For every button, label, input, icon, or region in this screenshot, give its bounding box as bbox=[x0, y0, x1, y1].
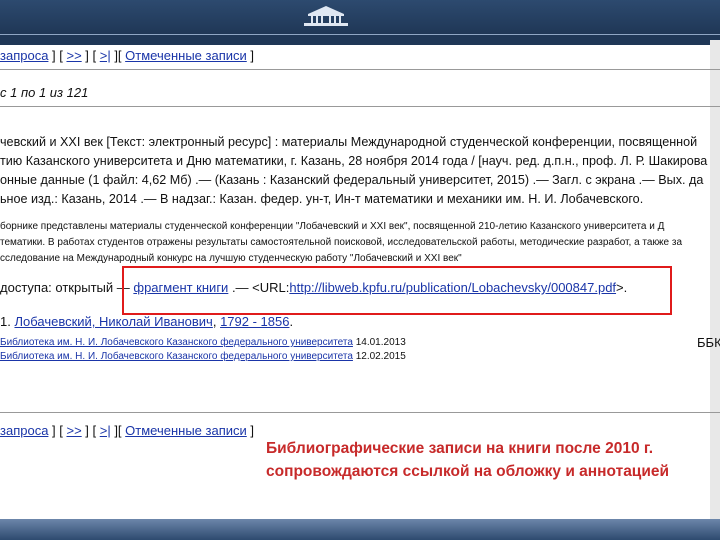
divider bbox=[0, 412, 720, 413]
footer-band bbox=[0, 519, 720, 540]
next-page-link[interactable]: >> bbox=[66, 423, 81, 438]
record-line: тию Казанского университета и Дню матема… bbox=[0, 154, 708, 168]
annotation-line: тематики. В работах студентов отражены р… bbox=[0, 237, 683, 248]
university-building-icon bbox=[304, 6, 348, 26]
caption-line-1: Библиографические записи на книги после … bbox=[266, 440, 654, 457]
record-line: чевский и XXI век [Текст: электронный ре… bbox=[0, 135, 698, 149]
library-link[interactable]: Библиотека им. Н. И. Лобачевского Казанс… bbox=[0, 351, 353, 362]
top-navigation: запроса ] [ >> ] [ >| ][ Отмеченные запи… bbox=[0, 48, 254, 63]
next-page-link[interactable]: >> bbox=[66, 48, 81, 63]
annotation-line: сследование на Международный конкурс на … bbox=[0, 253, 462, 264]
query-link[interactable]: запроса bbox=[0, 48, 48, 63]
author-years-link[interactable]: 1792 - 1856 bbox=[220, 314, 289, 329]
decorative-band bbox=[0, 34, 720, 45]
last-page-link[interactable]: >| bbox=[100, 423, 111, 438]
annotation-line: борнике представлены материалы студенчес… bbox=[0, 221, 665, 232]
record-line: ьное изд.: Казань, 2014 .— В надзаг.: Ка… bbox=[0, 192, 644, 206]
holding-date: 12.02.2015 bbox=[355, 351, 406, 362]
author-link[interactable]: Лобачевский, Николай Иванович bbox=[14, 314, 212, 329]
marked-records-link[interactable]: Отмеченные записи bbox=[125, 48, 247, 63]
access-label: доступа: открытый bbox=[0, 280, 114, 295]
record-line: онные данные (1 файл: 4,62 Мб) .— (Казан… bbox=[0, 173, 704, 187]
bbk-label: ББК bbox=[697, 335, 720, 350]
holding-date: 14.01.2013 bbox=[355, 337, 406, 348]
header-banner bbox=[0, 0, 720, 34]
query-link[interactable]: запроса bbox=[0, 423, 48, 438]
divider bbox=[0, 106, 720, 107]
highlight-box bbox=[122, 266, 672, 315]
holding-row: Библиотека им. Н. И. Лобачевского Казанс… bbox=[0, 351, 406, 362]
marked-records-link[interactable]: Отмеченные записи bbox=[125, 423, 247, 438]
holding-row: Библиотека им. Н. И. Лобачевского Казанс… bbox=[0, 337, 406, 348]
divider bbox=[0, 69, 720, 70]
last-page-link[interactable]: >| bbox=[100, 48, 111, 63]
caption-line-2: сопровождаются ссылкой на обложку и анно… bbox=[266, 463, 670, 480]
library-link[interactable]: Библиотека им. Н. И. Лобачевского Казанс… bbox=[0, 337, 353, 348]
result-count: с 1 по 1 из 121 bbox=[0, 85, 89, 100]
author-line: 1. Лобачевский, Николай Иванович, 1792 -… bbox=[0, 314, 294, 329]
bottom-navigation: запроса ] [ >> ] [ >| ][ Отмеченные запи… bbox=[0, 423, 254, 438]
caption-note: Библиографические записи на книги после … bbox=[266, 437, 720, 483]
